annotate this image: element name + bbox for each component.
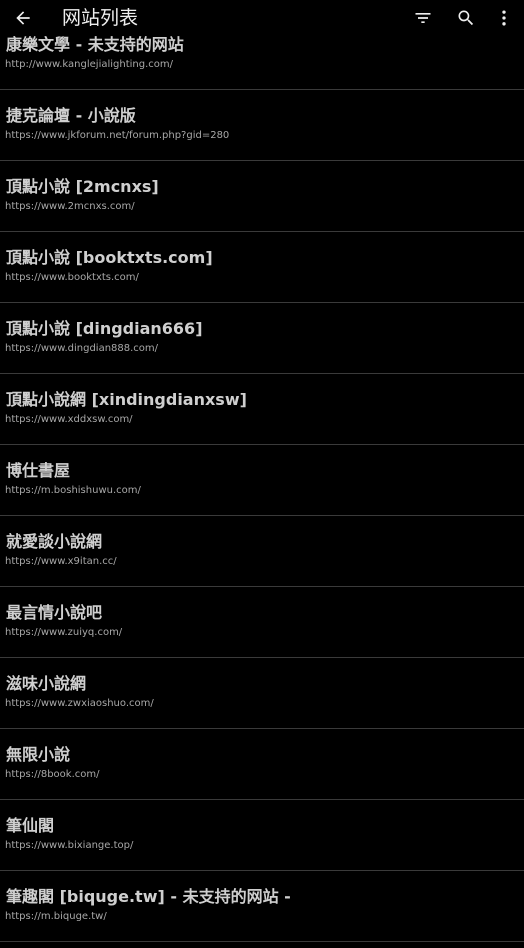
site-url: https://m.biquge.tw/ [5,911,107,922]
site-url: https://www.dingdian888.com/ [5,343,159,354]
list-item[interactable]: 滋味小說網 https://www.zwxiaoshuo.com/ [0,658,524,729]
site-url: http://www.kanglejialighting.com/ [5,59,174,70]
site-name: 無限小說 [6,745,71,764]
site-name: 最言情小說吧 [6,603,103,622]
list-item[interactable]: 就愛談小說網 https://www.x9itan.cc/ [0,516,524,587]
site-url: https://www.2mcnxs.com/ [5,201,135,212]
site-name: 筆趣閣 [biquge.tw] - 未支持的网站 - [6,887,291,906]
site-url: https://www.bixiange.top/ [5,840,134,851]
site-url: https://www.jkforum.net/forum.php?gid=28… [5,130,230,141]
site-url: https://www.xddxsw.com/ [5,414,133,425]
site-name: 滋味小說網 [6,674,87,693]
list-item[interactable]: 頂點小說 [booktxts.com] https://www.booktxts… [0,232,524,303]
site-name: 康樂文學 - 未支持的网站 [6,35,184,54]
list-item[interactable]: 博仕書屋 https://m.boshishuwu.com/ [0,445,524,516]
list-item[interactable]: 無限小說 https://8book.com/ [0,729,524,800]
search-icon [458,10,474,26]
list-item[interactable]: 頂點小說 [2mcnxs] https://www.2mcnxs.com/ [0,161,524,232]
site-name: 筆仙閣 [6,816,55,835]
site-name: 頂點小說 [2mcnxs] [6,177,159,196]
list-item[interactable]: 頂點小說 [dingdian666] https://www.dingdian8… [0,303,524,374]
filter-icon [415,13,431,23]
page-title: 网站列表 [62,7,139,29]
site-name: 博仕書屋 [6,461,71,480]
site-name: 頂點小說 [booktxts.com] [6,248,213,267]
site-url: https://www.zwxiaoshuo.com/ [5,698,154,709]
site-name: 頂點小說網 [xindingdianxsw] [6,390,247,409]
site-name: 就愛談小說網 [6,532,103,551]
more-vertical-icon [502,10,506,26]
more-options-button[interactable] [491,5,517,31]
list-item[interactable]: 最言情小說吧 https://www.zuiyq.com/ [0,587,524,658]
search-button[interactable] [453,5,479,31]
site-url: https://m.boshishuwu.com/ [5,485,141,496]
site-url: https://www.x9itan.cc/ [5,556,117,567]
site-url: https://www.zuiyq.com/ [5,627,123,638]
arrow-left-icon [16,11,30,25]
site-list: 康樂文學 - 未支持的网站 http://www.kanglejialighti… [0,19,524,942]
site-name: 頂點小說 [dingdian666] [6,319,203,338]
list-item[interactable]: 筆仙閣 https://www.bixiange.top/ [0,800,524,871]
back-button[interactable] [10,5,36,31]
site-url: https://8book.com/ [5,769,100,780]
site-name: 捷克論壇 - 小說版 [6,106,136,125]
list-item[interactable]: 捷克論壇 - 小說版 https://www.jkforum.net/forum… [0,90,524,161]
site-url: https://www.booktxts.com/ [5,272,139,283]
filter-button[interactable] [410,5,436,31]
list-item[interactable]: 頂點小說網 [xindingdianxsw] https://www.xddxs… [0,374,524,445]
app-toolbar: 网站列表 [0,0,524,36]
list-item[interactable]: 筆趣閣 [biquge.tw] - 未支持的网站 - https://m.biq… [0,871,524,942]
